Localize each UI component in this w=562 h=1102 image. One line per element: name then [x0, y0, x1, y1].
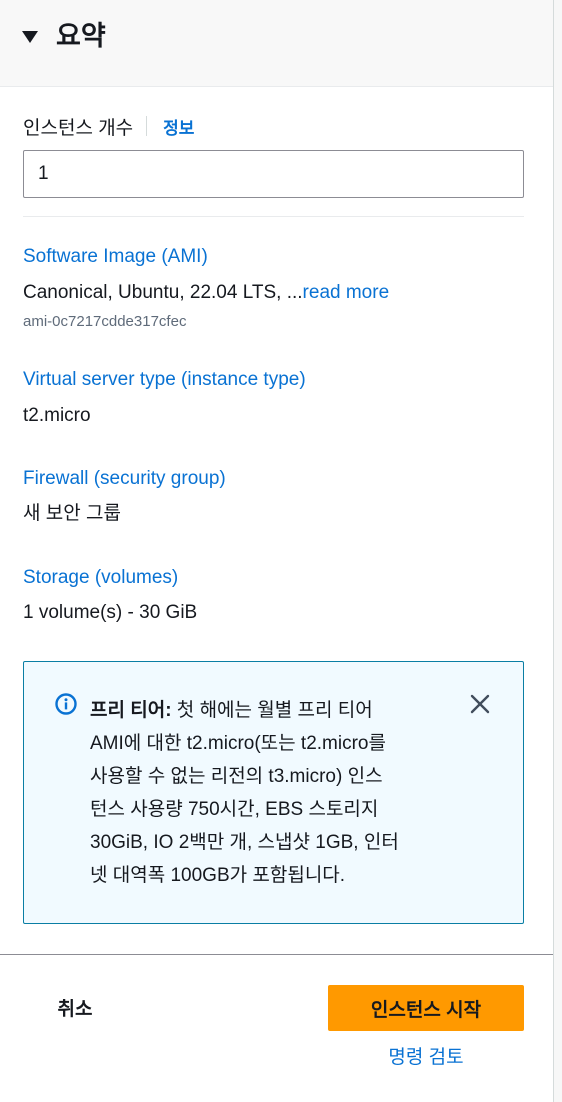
free-tier-alert: 프리 티어: 첫 해에는 월별 프리 티어 AMI에 대한 t2.micro(또… — [23, 661, 524, 924]
label-separator — [146, 116, 148, 136]
instance-count-input[interactable] — [23, 150, 524, 198]
software-image-value-row: Canonical, Ubuntu, 22.04 LTS, ...read mo… — [23, 280, 389, 306]
alert-line-4: 턴스 사용량 750시간, EBS 스토리지 — [90, 799, 379, 820]
free-tier-heading: 프리 티어: — [90, 700, 172, 721]
footer-divider — [0, 954, 555, 955]
alert-line-1: 첫 해에는 월별 프리 티어 — [171, 700, 373, 721]
instance-type-title[interactable]: Virtual server type (instance type) — [23, 367, 306, 393]
instance-count-label: 인스턴스 개수 — [23, 117, 134, 139]
read-more-link[interactable]: read more — [303, 282, 390, 303]
info-icon — [55, 693, 77, 715]
firewall-value: 새 보안 그룹 — [23, 503, 121, 524]
info-link[interactable]: 정보 — [163, 114, 194, 139]
launch-instance-button[interactable]: 인스턴스 시작 — [328, 985, 524, 1031]
software-image-title[interactable]: Software Image (AMI) — [23, 244, 208, 270]
summary-panel: 요약 인스턴스 개수 정보 Software Image (AMI) Canon… — [0, 0, 555, 1102]
summary-header[interactable]: 요약 — [0, 0, 555, 87]
summary-title[interactable]: 요약 — [56, 18, 106, 54]
close-icon[interactable] — [469, 693, 491, 715]
alert-line-3: 사용할 수 없는 리전의 t3.micro) 인스 — [90, 766, 383, 787]
software-image-value: Canonical, Ubuntu, 22.04 LTS, ... — [23, 282, 303, 303]
storage-title[interactable]: Storage (volumes) — [23, 565, 178, 591]
alert-line-2: AMI에 대한 t2.micro(또는 t2.micro를 — [90, 733, 386, 754]
review-commands-link[interactable]: 명령 검토 — [328, 1044, 524, 1072]
instance-count-label-row: 인스턴스 개수 정보 — [23, 113, 194, 139]
firewall-title[interactable]: Firewall (security group) — [23, 466, 226, 492]
instance-type-value: t2.micro — [23, 405, 91, 426]
free-tier-alert-text: 프리 티어: 첫 해에는 월별 프리 티어 AMI에 대한 t2.micro(또… — [90, 694, 450, 892]
storage-value: 1 volume(s) - 30 GiB — [23, 602, 198, 623]
alert-line-5: 30GiB, IO 2백만 개, 스냅샷 1GB, 인터 — [90, 832, 399, 853]
caret-down-icon[interactable] — [22, 31, 38, 43]
alert-line-6: 넷 대역폭 100GB가 포함됩니다. — [90, 865, 346, 886]
cancel-button[interactable]: 취소 — [30, 985, 120, 1029]
ami-id: ami-0c7217cdde317cfec — [23, 313, 187, 330]
divider — [23, 216, 524, 217]
scrollbar[interactable] — [553, 0, 562, 1102]
